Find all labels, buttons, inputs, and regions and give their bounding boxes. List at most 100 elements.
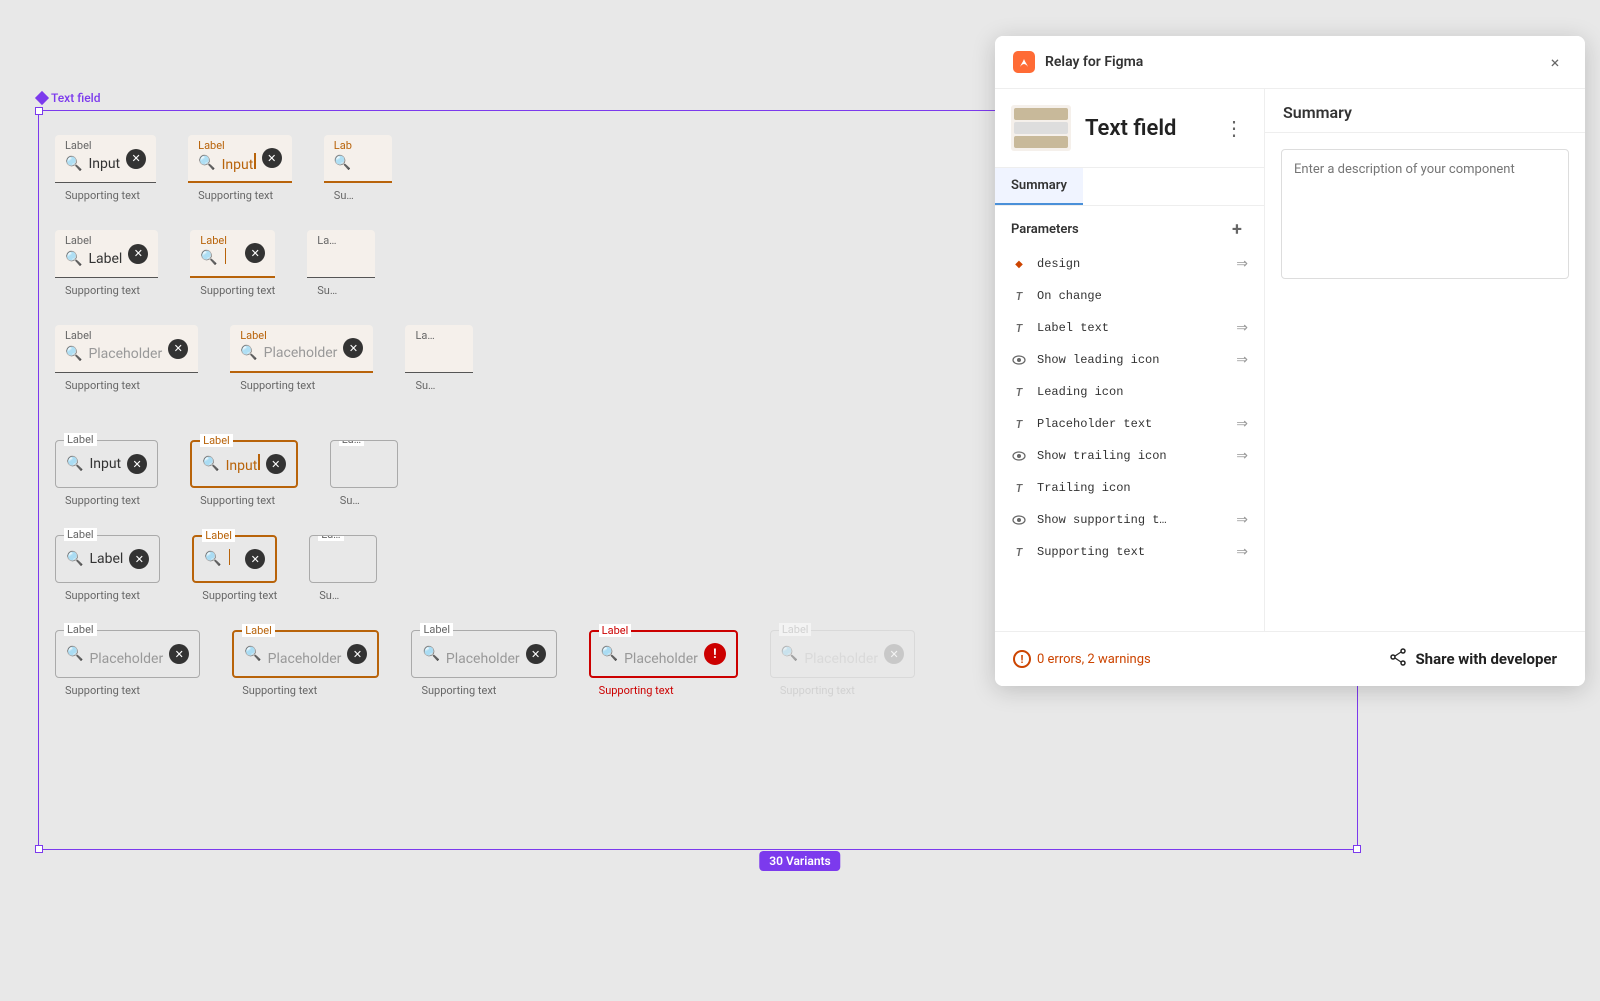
description-input[interactable]: [1281, 149, 1569, 279]
tf-outlined-partial: La…: [330, 440, 398, 488]
tf-filled-focused: Label 🔍 Input ✕: [188, 135, 292, 183]
param-name-leadingicon: Leading icon: [1037, 385, 1248, 399]
tab-summary[interactable]: Summary: [995, 168, 1083, 205]
param-arrow-design: ⇒: [1236, 256, 1248, 272]
supporting-text-out-5: Supporting text: [192, 589, 277, 602]
search-icon-out-1: 🔍: [66, 456, 83, 472]
supporting-text-3: Su…: [324, 189, 392, 202]
param-row-onchange[interactable]: T On change: [995, 280, 1264, 312]
param-row-showtrailing[interactable]: Show trailing icon ⇒: [995, 440, 1264, 472]
tf-outlined-disabled: Label 🔍 Placeholder ✕: [770, 630, 915, 678]
tf-filled-partial: Lab 🔍: [324, 135, 392, 183]
parameters-label: Parameters: [1011, 222, 1079, 237]
search-icon-error: 🔍: [601, 646, 618, 662]
param-arrow-showtrailing: ⇒: [1236, 448, 1248, 464]
tf-input-value-1[interactable]: Input: [88, 156, 120, 172]
param-row-labeltext[interactable]: T Label text ⇒: [995, 312, 1264, 344]
param-row-trailingicon[interactable]: T Trailing icon: [995, 472, 1264, 504]
component-cell-out-4: Label 🔍 Label ✕ Supporting text: [39, 521, 176, 616]
corner-handle-br: [1353, 845, 1361, 853]
panel-more-button[interactable]: ⋮: [1220, 116, 1248, 140]
param-name-labeltext: Label text: [1037, 321, 1226, 335]
supporting-text-disabled: Supporting text: [770, 684, 915, 697]
tf-filled-partial-2: La…: [307, 230, 375, 278]
supporting-text-5: Supporting text: [190, 284, 275, 297]
tf-label-out-2: Label: [200, 434, 233, 447]
tf-clear-btn-disabled: ✕: [884, 644, 904, 664]
supporting-text-2: Supporting text: [188, 189, 292, 202]
tf-placeholder-error: Placeholder: [624, 651, 698, 667]
param-row-supportingtext[interactable]: T Supporting text ⇒: [995, 536, 1264, 568]
component-cell-out-2: Label 🔍 Input ✕ Supporting text: [174, 426, 314, 521]
component-cell-out-7: Label 🔍 Placeholder ✕ Supporting text: [39, 616, 216, 711]
component-cell-5: Label 🔍 ✕ Supporting text: [174, 216, 291, 311]
param-arrow-showsupporting: ⇒: [1236, 512, 1248, 528]
param-text-icon-labeltext: T: [1011, 320, 1027, 336]
tf-outlined-label: Label 🔍 Label ✕: [55, 535, 160, 583]
tf-placeholder-8: Placeholder: [264, 345, 338, 361]
supporting-text-7: Supporting text: [55, 379, 198, 392]
search-icon-5: 🔍: [200, 250, 217, 266]
supporting-text-out-6: Su…: [309, 589, 377, 602]
tf-clear-btn-2[interactable]: ✕: [262, 148, 282, 168]
tf-input-out-1[interactable]: Input: [89, 456, 121, 472]
param-row-leadingicon[interactable]: T Leading icon: [995, 376, 1264, 408]
search-icon-1: 🔍: [65, 156, 82, 172]
param-text-icon-onchange: T: [1011, 288, 1027, 304]
param-name-supportingtext: Supporting text: [1037, 545, 1226, 559]
tf-clear-btn-out-2[interactable]: ✕: [266, 454, 286, 474]
tf-clear-btn-out-7[interactable]: ✕: [169, 644, 189, 664]
tf-clear-btn-8[interactable]: ✕: [343, 338, 363, 358]
panel-close-button[interactable]: ×: [1543, 50, 1567, 74]
tf-label-1: Label: [65, 139, 92, 152]
panel-left: Text field ⋮ Summary Parameters + ◆: [995, 89, 1265, 631]
param-name-placeholder: Placeholder text: [1037, 417, 1226, 431]
panel-content: Text field ⋮ Summary Parameters + ◆: [995, 89, 1585, 631]
tf-label-5: Label: [200, 234, 227, 247]
tf-label-out-6: La…: [318, 535, 343, 541]
error-circle-icon: !: [1013, 650, 1031, 668]
tf-input-value-2[interactable]: Input: [222, 153, 256, 173]
supporting-text-out-8: Supporting text: [232, 684, 379, 697]
supporting-text-out-4: Supporting text: [55, 589, 160, 602]
parameters-header: Parameters +: [995, 206, 1264, 248]
tf-label-6: La…: [317, 234, 336, 247]
tf-outlined-placeholder: Label 🔍 Placeholder ✕: [55, 630, 200, 678]
tf-input-out-4: Label: [89, 551, 123, 567]
param-row-showsupporting[interactable]: Show supporting t… ⇒: [995, 504, 1264, 536]
relay-logo-icon: [1013, 51, 1035, 73]
params-list: ◆ design ⇒ T On change T Label text ⇒: [995, 248, 1264, 631]
component-cell-out-9: Label 🔍 Placeholder ✕ Supporting text: [395, 616, 572, 711]
tf-outlined-partial-2: La…: [309, 535, 377, 583]
tf-clear-btn-out-9[interactable]: ✕: [526, 644, 546, 664]
param-row-placeholder[interactable]: T Placeholder text ⇒: [995, 408, 1264, 440]
error-warning: ! 0 errors, 2 warnings: [1013, 650, 1151, 668]
tf-clear-btn-5[interactable]: ✕: [245, 243, 265, 263]
tf-clear-btn-out-1[interactable]: ✕: [127, 454, 147, 474]
param-arrow-showleading: ⇒: [1236, 352, 1248, 368]
search-icon-2: 🔍: [198, 155, 215, 171]
supporting-text-6: Su…: [307, 284, 375, 297]
param-text-icon-supportingtext: T: [1011, 544, 1027, 560]
tf-clear-btn-out-4[interactable]: ✕: [129, 549, 149, 569]
tf-clear-btn-7[interactable]: ✕: [168, 339, 188, 359]
tf-input-out-5[interactable]: [228, 549, 240, 569]
component-cell-out-1: Label 🔍 Input ✕ Supporting text: [39, 426, 174, 521]
tf-input-out-2[interactable]: Input: [226, 454, 260, 474]
add-parameter-button[interactable]: +: [1226, 218, 1248, 240]
panel-header: Relay for Figma ×: [995, 36, 1585, 89]
param-row-design[interactable]: ◆ design ⇒: [995, 248, 1264, 280]
corner-handle-tl: [35, 107, 43, 115]
tf-clear-btn-4[interactable]: ✕: [128, 244, 148, 264]
tf-input-value-5[interactable]: [224, 248, 240, 268]
component-cell-9-partial: La… Su…: [389, 311, 489, 406]
tf-clear-btn-out-8[interactable]: ✕: [347, 644, 367, 664]
tf-placeholder-out-7: Placeholder: [89, 651, 163, 667]
param-row-showleading[interactable]: Show leading icon ⇒: [995, 344, 1264, 376]
tf-clear-btn-out-5[interactable]: ✕: [245, 549, 265, 569]
canvas-area: Text field Label 🔍 Input ✕ Supporting te…: [0, 0, 1600, 1001]
share-with-developer-button[interactable]: Share with developer: [1379, 642, 1567, 676]
tf-outlined-placeholder-focused: Label 🔍 Placeholder ✕: [232, 630, 379, 678]
tf-clear-btn-1[interactable]: ✕: [126, 149, 146, 169]
share-button-label: Share with developer: [1415, 650, 1557, 668]
